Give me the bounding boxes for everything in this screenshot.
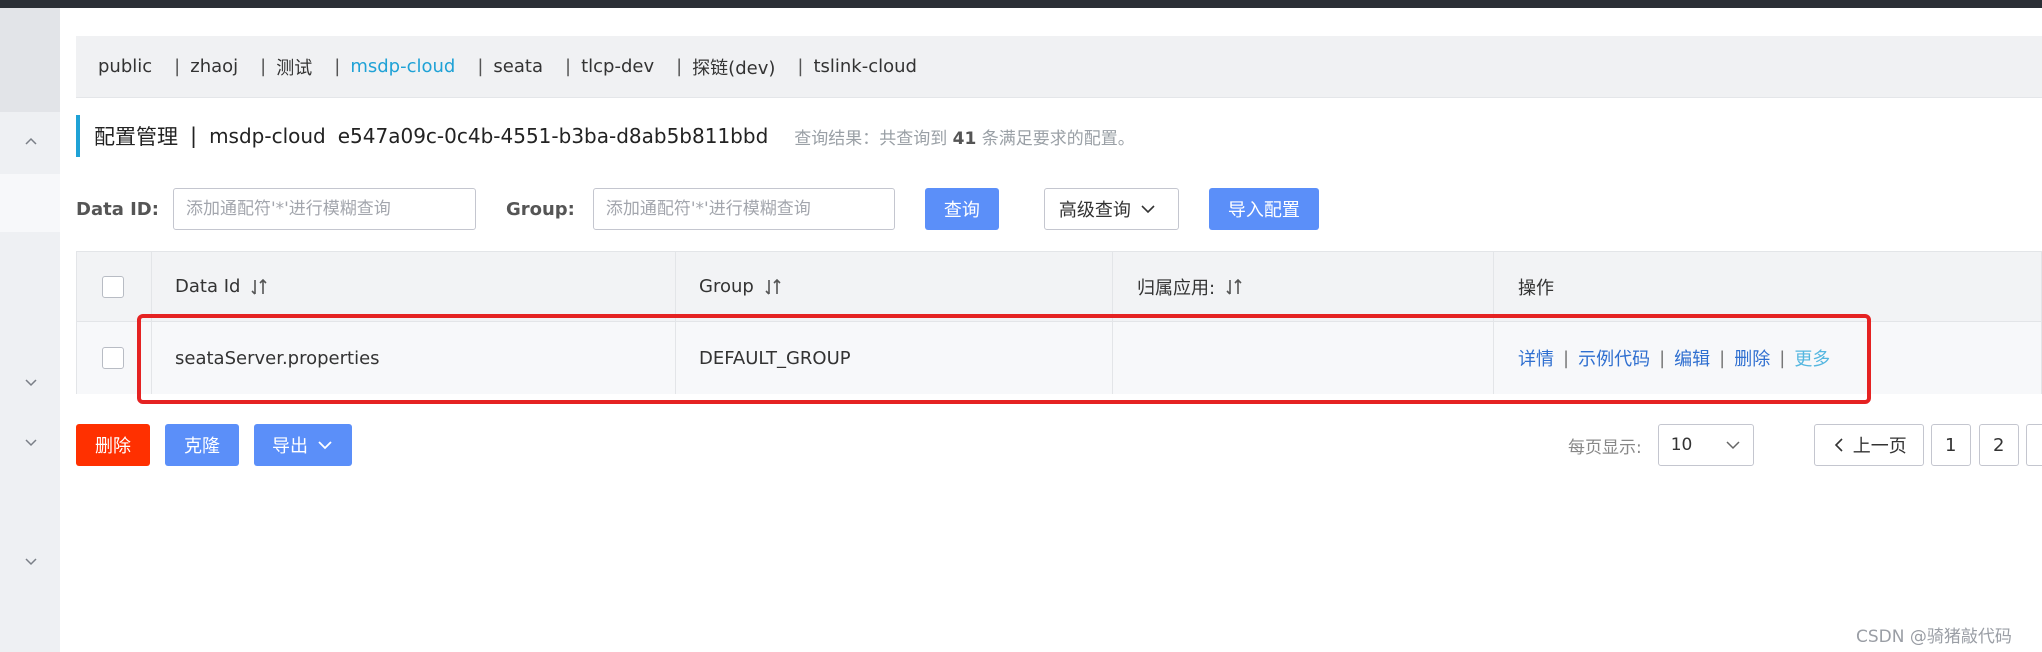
group-label: Group: (505, 198, 575, 220)
namespace-separator: | (676, 56, 683, 77)
top-bar (0, 0, 2042, 8)
action-separator: | (1659, 347, 1666, 369)
page-button-2[interactable]: 2 (1978, 424, 2019, 466)
config-table: Data Id Group 归属应用: 操作 seataServer.prope… (76, 251, 2042, 394)
pagination: 每页显示: 10 上一页 1 2 (1568, 424, 2042, 466)
actions-cell: 详情 | 示例代码 | 编辑 | 删除 | 更多 (1518, 322, 1830, 394)
column-divider (1112, 252, 1113, 321)
chevron-down-icon[interactable] (24, 435, 38, 449)
page-size-label: 每页显示: (1568, 437, 1642, 458)
namespace-id: e547a09c-0c4b-4551-b3ba-d8ab5b811bbd (337, 124, 769, 148)
advanced-query-label: 高级查询 (1058, 200, 1131, 221)
result-suffix: 条满足要求的配置。 (981, 128, 1135, 149)
query-result-text: 查询结果：共查询到 41 条满足要求的配置。 (794, 124, 1134, 149)
sidebar (0, 8, 60, 652)
namespace-tab[interactable]: msdp-cloud (350, 56, 455, 77)
column-header-label: 归属应用: (1137, 277, 1216, 299)
namespace-tab[interactable]: seata (493, 56, 543, 77)
chevron-down-icon[interactable] (24, 375, 38, 389)
page-size-select[interactable]: 10 (1657, 424, 1754, 466)
namespace-tab[interactable]: 探链(dev) (692, 54, 775, 80)
namespace-separator: | (564, 56, 572, 77)
row-select-cell (102, 322, 124, 394)
detail-link[interactable]: 详情 (1518, 345, 1554, 371)
namespace-name: msdp-cloud (209, 124, 326, 148)
column-header-group[interactable]: Group (699, 252, 782, 321)
sort-arrows-icon[interactable] (250, 277, 268, 297)
namespace-tab[interactable]: tslink-cloud (813, 56, 917, 77)
page-size-value: 10 (1670, 435, 1693, 455)
data-id-input[interactable] (172, 188, 476, 230)
column-header-actions: 操作 (1518, 252, 1554, 321)
sidebar-selected-item[interactable] (0, 174, 60, 232)
sample-code-link[interactable]: 示例代码 (1578, 345, 1650, 371)
select-all-cell (102, 252, 124, 321)
namespace-separator: | (260, 56, 267, 77)
namespace-separator: | (334, 56, 341, 77)
filter-row: Data ID: Group: 查询 高级查询 导入配置 (76, 188, 1319, 230)
column-divider (675, 252, 676, 321)
column-divider (1493, 322, 1494, 394)
namespace-bar: public | zhaoj | 测试 | msdp-cloud | seata | tlcp-de… (76, 36, 2042, 98)
edit-link[interactable]: 编辑 (1674, 345, 1710, 371)
page-title: 配置管理 (94, 125, 178, 149)
table-header: Data Id Group 归属应用: 操作 (77, 252, 2041, 322)
column-header-label: Data Id (175, 276, 241, 297)
chevron-down-icon (1726, 441, 1740, 450)
column-divider (1112, 322, 1113, 394)
chevron-down-icon[interactable] (24, 554, 38, 568)
column-header-app[interactable]: 归属应用: (1137, 252, 1243, 321)
page-button-1[interactable]: 1 (1930, 424, 1971, 466)
more-link[interactable]: 更多 (1794, 345, 1830, 371)
group-input[interactable] (592, 188, 895, 230)
export-label: 导出 (272, 436, 308, 457)
watermark: CSDN @骑猪敲代码 (1856, 627, 2012, 647)
sort-arrows-icon[interactable] (764, 277, 782, 297)
select-all-checkbox[interactable] (102, 275, 124, 298)
group-cell: DEFAULT_GROUP (699, 347, 851, 369)
page-title-row: 配置管理 | msdp-cloud e547a09c-0c4b-4551-b3b… (76, 115, 1135, 157)
title-separator: | (190, 124, 198, 148)
namespace-tab[interactable]: zhaoj (190, 56, 238, 77)
column-header-data-id[interactable]: Data Id (175, 252, 268, 321)
result-count: 41 (952, 128, 977, 149)
namespace-separator: | (174, 56, 181, 77)
column-divider (151, 322, 152, 394)
table-row: seataServer.properties DEFAULT_GROUP 详情 … (77, 322, 2041, 394)
chevron-down-icon (1141, 205, 1155, 214)
chevron-down-icon (318, 441, 332, 450)
query-button[interactable]: 查询 (924, 188, 999, 230)
page-button-partial[interactable] (2025, 424, 2042, 466)
sidebar-highlight (0, 8, 60, 112)
data-id-label: Data ID: (76, 198, 159, 220)
chevron-up-icon[interactable] (24, 135, 38, 149)
data-id-cell: seataServer.properties (175, 347, 380, 369)
column-divider (1493, 252, 1494, 321)
column-divider (151, 252, 152, 321)
import-config-button[interactable]: 导入配置 (1208, 188, 1319, 230)
result-prefix: 查询结果：共查询到 (794, 128, 948, 149)
sort-arrows-icon[interactable] (1225, 277, 1243, 297)
column-header-label: Group (699, 276, 754, 297)
clone-button[interactable]: 克隆 (165, 424, 239, 466)
delete-link[interactable]: 删除 (1734, 345, 1770, 371)
namespace-tab[interactable]: 测试 (276, 54, 312, 80)
namespace-separator: | (477, 56, 484, 77)
action-separator: | (1563, 347, 1570, 369)
namespace-separator: | (797, 56, 804, 77)
action-separator: | (1719, 347, 1726, 369)
column-divider (675, 322, 676, 394)
prev-page-label: 上一页 (1852, 436, 1907, 457)
column-header-label: 操作 (1518, 277, 1554, 299)
bulk-actions: 删除 克隆 导出 (76, 424, 352, 466)
prev-page-button[interactable]: 上一页 (1813, 424, 1924, 466)
advanced-query-button[interactable]: 高级查询 (1043, 188, 1179, 230)
row-checkbox[interactable] (102, 347, 124, 369)
namespace-tab[interactable]: public (98, 56, 152, 77)
delete-button[interactable]: 删除 (76, 424, 150, 466)
action-separator: | (1779, 347, 1786, 369)
export-button[interactable]: 导出 (254, 424, 352, 466)
namespace-tab[interactable]: tlcp-dev (581, 56, 654, 77)
chevron-left-icon (1834, 438, 1843, 452)
